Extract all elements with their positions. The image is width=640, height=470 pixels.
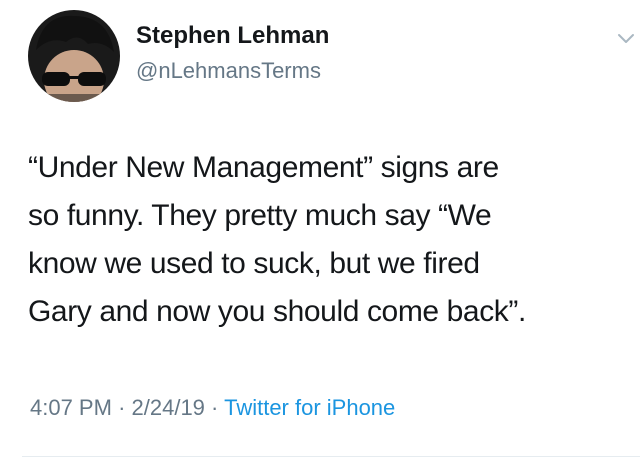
tweet-card: Stephen Lehman @nLehmansTerms “Under New…: [0, 0, 640, 470]
avatar[interactable]: [28, 10, 120, 102]
display-name[interactable]: Stephen Lehman: [136, 22, 329, 50]
tweet-source-link[interactable]: Twitter for iPhone: [224, 395, 395, 420]
chevron-down-icon[interactable]: [617, 32, 635, 46]
tweet-time[interactable]: 4:07 PM: [30, 395, 112, 420]
profile-photo-icon: [28, 10, 120, 102]
tweet-date[interactable]: 2/24/19: [132, 395, 205, 420]
tweet-meta: 4:07 PM · 2/24/19 · Twitter for iPhone: [30, 395, 395, 421]
tweet-text: “Under New Management” signs are so funn…: [28, 151, 526, 328]
meta-separator: ·: [211, 395, 219, 420]
meta-separator: ·: [118, 395, 126, 420]
divider: [22, 456, 640, 457]
user-handle[interactable]: @nLehmansTerms: [136, 58, 321, 84]
